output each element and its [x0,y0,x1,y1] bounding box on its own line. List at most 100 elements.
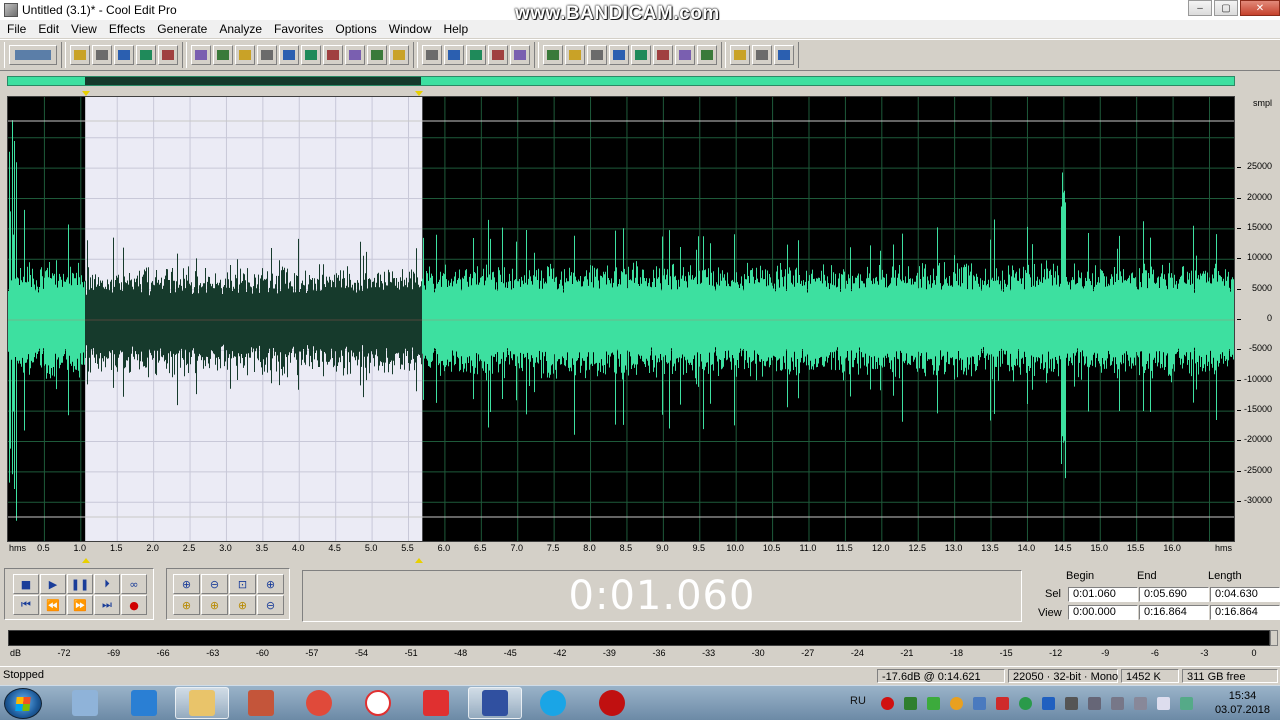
antivirus-icon[interactable] [996,697,1009,710]
tools-button[interactable] [752,45,772,65]
go-to-start-button[interactable]: ⏮ [13,595,39,615]
menu-help[interactable]: Help [436,22,473,36]
cue-list-button[interactable] [543,45,563,65]
spectral-view-button[interactable] [422,45,442,65]
view-end-field[interactable]: 0:16.864 [1139,605,1209,620]
network-icon[interactable] [1088,697,1101,710]
menu-effects[interactable]: Effects [102,22,150,36]
menu-file[interactable]: File [0,22,31,36]
download-icon[interactable] [927,697,940,710]
go-to-end-button[interactable]: ⏭ [94,595,120,615]
scripts-button[interactable] [631,45,651,65]
usb-icon[interactable] [1111,697,1124,710]
cd-player-button[interactable] [653,45,673,65]
app-tray-icon[interactable] [950,697,963,710]
info-button[interactable] [587,45,607,65]
paste-new-button[interactable] [345,45,365,65]
zoom-to-left-button[interactable]: ⊕ [173,595,200,615]
security-icon[interactable] [904,697,917,710]
taskbar-calculator[interactable] [58,687,112,719]
levels-button[interactable] [697,45,717,65]
taskbar-chrome[interactable] [292,687,346,719]
play-to-end-button[interactable]: ⏵ [94,574,120,594]
new-file-button[interactable] [70,45,90,65]
status-format[interactable]: 22050 · 32-bit · Mono [1008,669,1118,683]
display-icon[interactable] [973,697,986,710]
menu-analyze[interactable]: Analyze [212,22,267,36]
taskbar-yandex-browser[interactable] [351,687,405,719]
power-icon[interactable] [1180,697,1193,710]
undo-button[interactable] [191,45,211,65]
redo-button[interactable] [213,45,233,65]
view-length-field[interactable]: 0:16.864 [1210,605,1280,620]
sync-icon[interactable] [1019,697,1032,710]
show-cue-button[interactable] [444,45,464,65]
open-file-button[interactable] [92,45,112,65]
settings2-button[interactable] [488,45,508,65]
start-button[interactable] [4,688,42,719]
waveform-display[interactable] [7,96,1235,542]
zoom-selection-button[interactable]: ⊕ [229,595,256,615]
taskbar-media-app[interactable] [234,687,288,719]
taskbar-yandex-disk[interactable] [409,687,463,719]
settings-button[interactable] [466,45,486,65]
sel-begin-field[interactable]: 0:01.060 [1068,587,1138,602]
taskbar-bandicam[interactable] [585,687,639,719]
paste-button[interactable] [323,45,343,65]
bandicam-record-icon[interactable] [881,697,894,710]
taskbar-internet-explorer[interactable] [117,687,171,719]
close-button[interactable]: ✕ [1240,0,1280,16]
overview-bar[interactable] [7,76,1235,86]
save-selection-button[interactable] [158,45,178,65]
minimize-button[interactable]: – [1188,0,1212,16]
trim-button[interactable] [389,45,409,65]
close-file-button[interactable] [114,45,134,65]
zoom-to-right-button[interactable]: ⊕ [201,595,228,615]
help-button[interactable] [774,45,794,65]
menu-generate[interactable]: Generate [150,22,212,36]
loop-button[interactable]: ∞ [121,574,147,594]
menu-options[interactable]: Options [328,22,381,36]
maximize-button[interactable]: ▢ [1214,0,1238,16]
bluetooth-icon[interactable] [1042,697,1055,710]
menu-view[interactable]: View [64,22,102,36]
zoom-full-button[interactable]: ⊡ [229,574,256,594]
repeat-last-button[interactable] [235,45,255,65]
cut-button[interactable] [301,45,321,65]
taskbar-file-explorer[interactable] [175,687,229,719]
settings3-button[interactable] [510,45,530,65]
save-file-button[interactable] [136,45,156,65]
menu-edit[interactable]: Edit [31,22,64,36]
sel-end-field[interactable]: 0:05.690 [1139,587,1209,602]
play-list-button[interactable] [565,45,585,65]
zoom-out-horizontal-button[interactable]: ⊖ [201,574,228,594]
sel-length-field[interactable]: 0:04.630 [1210,587,1280,602]
view-begin-field[interactable]: 0:00.000 [1068,605,1138,620]
selection-start-marker-bottom[interactable] [82,558,90,563]
menu-favorites[interactable]: Favorites [267,22,328,36]
action-center-icon[interactable] [1134,697,1147,710]
menu-window[interactable]: Window [382,22,437,36]
zoom-in-horizontal-button[interactable]: ⊕ [173,574,200,594]
zoom-in-vertical-button[interactable]: ⊕ [257,574,284,594]
time-ruler[interactable]: hms 0.5 1.0 1.5 2.0 2.5 3.0 3.5 4.0 4.5 5.0 5.5 6.0 6… [7,542,1235,556]
edit-play-button[interactable] [609,45,629,65]
favorites-button[interactable] [730,45,750,65]
meter-peak-indicator[interactable] [1270,630,1278,646]
stop-button[interactable]: ■ [13,574,39,594]
copy-button[interactable] [257,45,277,65]
taskbar-cool-edit-pro[interactable] [467,687,522,719]
mix-paste-button[interactable] [367,45,387,65]
taskbar-skype[interactable] [526,687,580,719]
volume-icon[interactable] [1065,697,1078,710]
multitrack-toggle-button[interactable] [9,45,57,65]
level-meter[interactable] [8,630,1270,646]
zoom-out-vertical-button[interactable]: ⊖ [257,595,284,615]
pause-button[interactable]: ❚❚ [67,574,93,594]
waveform-svg[interactable] [8,97,1235,542]
overview-selection-range[interactable] [85,77,421,85]
copy-new-button[interactable] [279,45,299,65]
selection-end-marker-bottom[interactable] [415,558,423,563]
record-button[interactable] [675,45,695,65]
play-button[interactable]: ▶ [40,574,66,594]
